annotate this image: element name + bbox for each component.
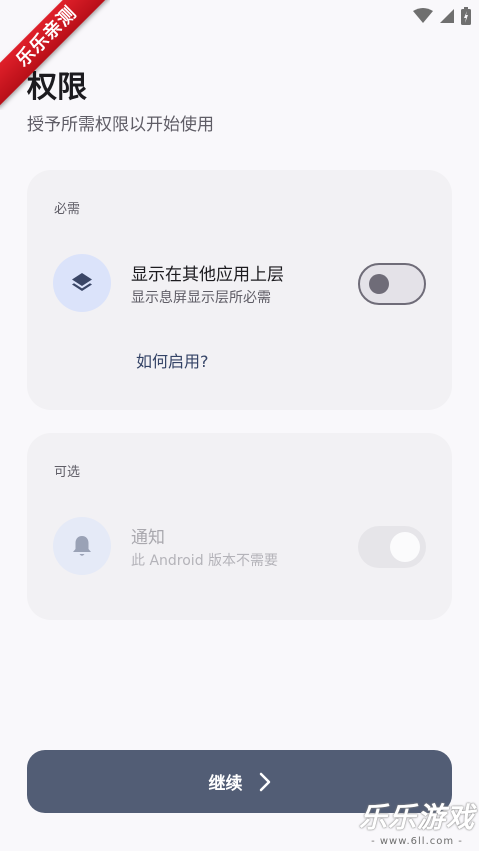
permission-icon-circle [53,517,111,575]
section-label-optional: 可选 [54,465,81,480]
permission-desc-overlay: 显示息屏显示层所必需 [131,290,271,306]
chevron-right-icon [259,772,270,791]
required-card: 必需 显示在其他应用上层 显示息屏显示层所必需 如何启用? [27,170,452,410]
signal-icon [440,9,454,23]
toggle-knob [369,274,389,294]
battery-icon [461,7,471,25]
overlay-permission-toggle[interactable] [358,263,426,305]
permission-title-notification: 通知 [131,528,165,548]
wifi-icon [413,8,433,23]
toggle-knob [390,532,420,562]
status-icons [413,7,471,25]
page-subtitle: 授予所需权限以开始使用 [27,115,214,135]
watermark: 乐乐游戏 - www.6ll.com - [359,796,475,847]
bell-icon [73,536,91,556]
notification-permission-toggle [358,526,426,568]
corner-ribbon: 乐乐亲测 [0,0,110,110]
permission-row-notification: 通知 此 Android 版本不需要 [53,517,426,577]
permission-icon-circle [53,254,111,312]
continue-button-label: 继续 [208,774,243,794]
watermark-url: - www.6ll.com - [371,836,463,847]
permission-title-overlay: 显示在其他应用上层 [131,265,284,285]
corner-badge: 乐乐亲测 [0,0,110,108]
watermark-text: 乐乐游戏 [358,801,475,834]
section-label-required: 必需 [54,202,81,217]
optional-card: 可选 通知 此 Android 版本不需要 [27,433,452,620]
layers-icon [72,273,92,291]
how-to-enable-link[interactable]: 如何启用? [136,348,209,372]
permission-desc-notification: 此 Android 版本不需要 [131,553,279,569]
permission-row-overlay[interactable]: 显示在其他应用上层 显示息屏显示层所必需 [53,254,426,314]
